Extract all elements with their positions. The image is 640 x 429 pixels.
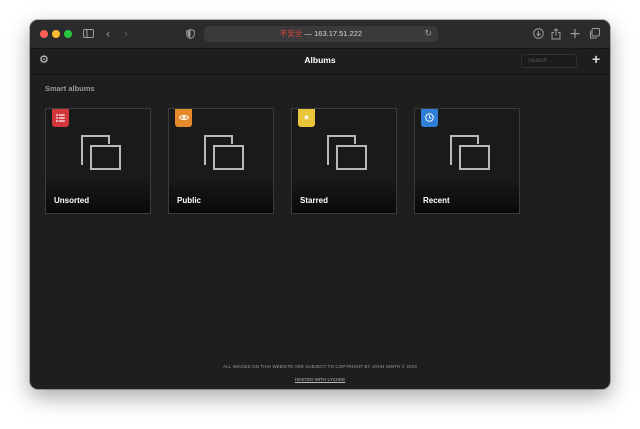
zoom-window-button[interactable] [64,30,72,38]
address-bar[interactable]: 不安全 — 163.17.51.222 ↻ [204,26,438,42]
app-header: ⚙ Albums + [30,49,610,75]
url-separator: — [304,29,313,38]
album-label: Recent [423,196,450,205]
chevron-left-icon[interactable]: ‹ [100,25,116,43]
album-shade [46,177,150,213]
url-text: 不安全 — 163.17.51.222 [204,26,438,42]
share-icon[interactable] [548,25,564,43]
album-unsorted[interactable]: Unsorted [45,108,151,214]
download-icon[interactable] [530,25,546,43]
browser-toolbar: ‹ › 不安全 — 163.17.51.222 ↻ + [30,20,610,49]
section-title-smart-albums: Smart albums [45,84,95,93]
search-input[interactable] [521,54,577,68]
minimize-window-button[interactable] [52,30,60,38]
album-label: Unsorted [54,196,90,205]
reload-icon[interactable]: ↻ [424,26,432,42]
album-shade [292,177,396,213]
footer-copyright: ALL IMAGES ON THIS WEBSITE ARE SUBJECT T… [223,364,417,369]
insecure-label: 不安全 [279,29,303,38]
clock-icon [421,109,438,127]
list-icon [52,109,69,127]
shield-icon[interactable] [182,25,198,43]
browser-window: ‹ › 不安全 — 163.17.51.222 ↻ + ⚙ Albums + [30,20,610,389]
close-window-button[interactable] [40,30,48,38]
plus-icon[interactable]: + [567,25,583,43]
eye-icon [175,109,192,127]
footer-hosted-link[interactable]: HOSTED WITH LYCHEE [30,377,610,382]
add-album-button[interactable]: + [592,51,600,67]
sidebar-icon[interactable] [80,25,96,43]
chevron-right-icon[interactable]: › [118,25,134,43]
star-icon: ★ [298,109,315,127]
album-label: Starred [300,196,329,205]
album-label: Public [177,196,202,205]
album-public[interactable]: Public [168,108,274,214]
album-shade [169,177,273,213]
album-recent[interactable]: Recent [414,108,520,214]
url-host: 163.17.51.222 [314,29,363,38]
album-shade [415,177,519,213]
tab-overview-icon[interactable] [586,25,602,43]
album-starred[interactable]: ★ Starred [291,108,397,214]
